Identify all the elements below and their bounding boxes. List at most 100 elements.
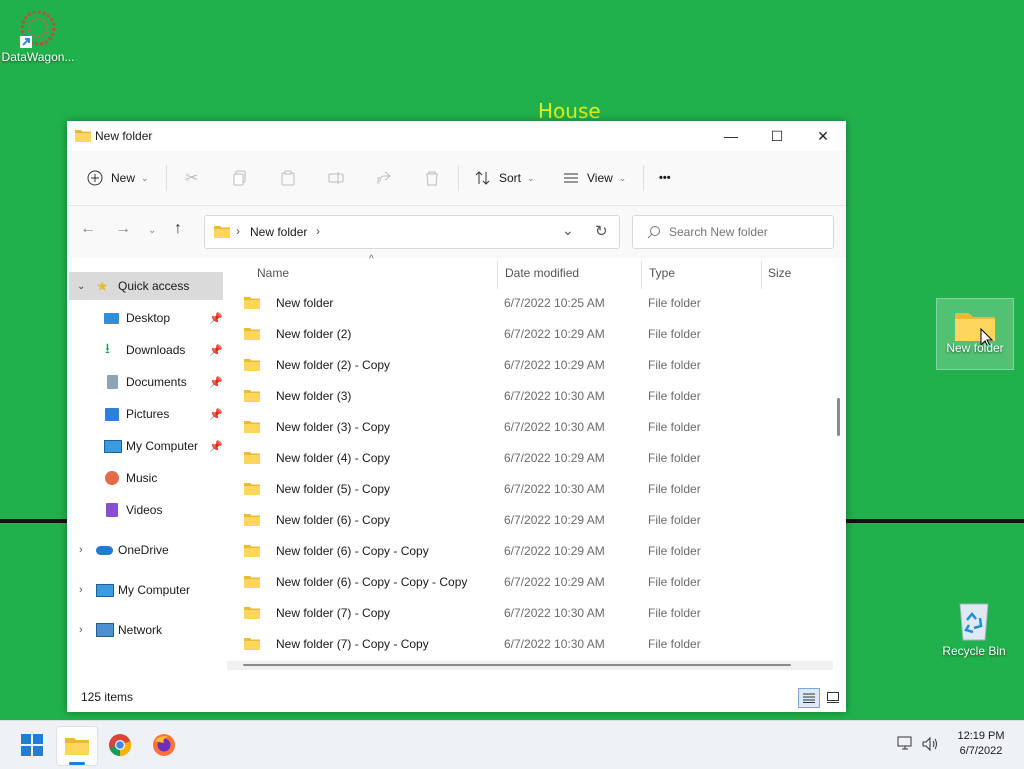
forward-arrow-icon[interactable]: → <box>115 220 131 238</box>
table-row[interactable]: New folder (7) - Copy 6/7/2022 10:30 AM Fi… <box>239 598 829 629</box>
breadcrumb-separator-icon[interactable]: › <box>316 224 320 238</box>
desktop-icon-new-folder[interactable]: New folder <box>936 298 1014 370</box>
sidebar-item-downloads[interactable]: ⭳ Downloads 📌 <box>67 336 227 364</box>
table-row[interactable]: New folder (7) - Copy - Copy 6/7/2022 10:… <box>239 629 829 660</box>
paste-button[interactable] <box>280 161 296 195</box>
desktop-wallpaper-line-left <box>0 519 67 523</box>
table-row[interactable]: New folder (6) - Copy - Copy - Copy 6/7/2… <box>239 567 829 598</box>
sidebar-item-music[interactable]: Music <box>67 464 227 492</box>
file-type: File folder <box>648 513 701 527</box>
sidebar-item-my-computer[interactable]: My Computer 📌 <box>67 432 227 460</box>
more-options-button[interactable]: ••• <box>659 161 671 195</box>
sidebar-item-onedrive[interactable]: › OneDrive <box>67 536 227 564</box>
table-row[interactable]: New folder (2) 6/7/2022 10:29 AM File fold… <box>239 319 829 350</box>
sidebar-item-network[interactable]: › Network <box>67 616 227 644</box>
sidebar-item-label: My Computer <box>118 583 191 597</box>
download-icon: ⭳ <box>105 340 110 356</box>
up-arrow-icon[interactable]: ↑ <box>174 220 182 238</box>
search-box[interactable] <box>632 215 834 249</box>
file-date-modified: 6/7/2022 10:30 AM <box>504 420 605 434</box>
table-row[interactable]: New folder 6/7/2022 10:25 AM File folder <box>239 288 829 319</box>
desktop-icon <box>104 312 119 324</box>
computer-icon <box>104 439 122 453</box>
pin-icon: 📌 <box>209 376 223 389</box>
breadcrumb-separator-icon: › <box>236 224 240 238</box>
vertical-scrollbar-thumb[interactable] <box>837 398 840 436</box>
file-name: New folder <box>276 296 334 310</box>
sidebar-item-documents[interactable]: Documents 📌 <box>67 368 227 396</box>
column-header-name[interactable]: Name <box>257 266 289 280</box>
volume-icon[interactable] <box>921 735 939 756</box>
file-explorer-taskbar-button[interactable] <box>56 726 98 766</box>
folder-icon <box>244 297 260 309</box>
table-row[interactable]: New folder (6) - Copy 6/7/2022 10:29 AM Fi… <box>239 505 829 536</box>
cut-button[interactable]: ✂ <box>185 161 198 195</box>
close-icon: ✕ <box>817 127 829 144</box>
file-date-modified: 6/7/2022 10:25 AM <box>504 296 605 310</box>
table-row[interactable]: New folder (2) - Copy 6/7/2022 10:29 AM Fi… <box>239 350 829 381</box>
column-header-date[interactable]: Date modified <box>505 266 579 280</box>
new-button[interactable]: New ⌄ <box>87 161 149 195</box>
tiles-view-button[interactable] <box>823 688 843 706</box>
column-divider[interactable] <box>641 261 642 289</box>
maximize-button[interactable]: ☐ <box>754 121 800 151</box>
horizontal-scrollbar-thumb[interactable] <box>243 664 791 666</box>
table-row[interactable]: New folder (3) 6/7/2022 10:30 AM File fold… <box>239 381 829 412</box>
firefox-taskbar-button[interactable] <box>144 726 184 764</box>
pin-icon: 📌 <box>209 344 223 357</box>
sidebar-item-desktop[interactable]: Desktop 📌 <box>67 304 227 332</box>
folder-icon <box>955 313 995 345</box>
column-header-type[interactable]: Type <box>649 266 675 280</box>
share-button[interactable] <box>376 161 392 195</box>
minimize-button[interactable]: — <box>708 121 754 151</box>
back-arrow-icon[interactable]: ← <box>80 220 96 238</box>
column-header-size[interactable]: Size <box>768 266 791 280</box>
recent-locations-chevron-icon[interactable]: ⌄ <box>148 225 156 236</box>
column-divider[interactable] <box>761 261 762 289</box>
table-row[interactable]: New folder (4) - Copy 6/7/2022 10:29 AM Fi… <box>239 443 829 474</box>
table-row[interactable]: New folder (6) - Copy - Copy 6/7/2022 10:… <box>239 536 829 567</box>
computer-icon <box>96 583 114 597</box>
view-button[interactable]: View ⌄ <box>563 161 626 195</box>
delete-button[interactable] <box>424 161 440 195</box>
desktop-icon-recycle-bin[interactable]: Recycle Bin <box>936 598 1012 658</box>
chrome-taskbar-button[interactable] <box>100 726 140 764</box>
refresh-icon[interactable]: ↻ <box>595 222 608 240</box>
sort-button[interactable]: Sort ⌄ <box>475 161 535 195</box>
close-button[interactable]: ✕ <box>800 121 846 151</box>
file-type: File folder <box>648 327 701 341</box>
copy-icon <box>233 170 246 186</box>
rename-button[interactable] <box>328 161 344 195</box>
datawagon-shortcut-icon <box>20 10 56 48</box>
network-status-icon[interactable] <box>896 735 914 756</box>
address-bar[interactable]: › New folder › ⌄ ↻ <box>204 215 620 249</box>
title-bar[interactable]: New folder — ☐ ✕ <box>67 121 846 151</box>
sidebar-item-label: Downloads <box>126 343 186 357</box>
start-button[interactable] <box>12 726 52 764</box>
details-view-button[interactable] <box>798 688 820 708</box>
folder-icon <box>244 421 260 433</box>
clock-date: 6/7/2022 <box>959 745 1003 757</box>
sidebar-item-pictures[interactable]: Pictures 📌 <box>67 400 227 428</box>
column-divider[interactable] <box>497 261 498 289</box>
file-type: File folder <box>648 389 701 403</box>
file-name: New folder (3) - Copy <box>276 420 391 434</box>
more-icon: ••• <box>659 172 671 184</box>
chrome-icon <box>109 734 132 757</box>
sidebar-item-videos[interactable]: Videos <box>67 496 227 524</box>
breadcrumb-item[interactable]: New folder <box>250 225 307 239</box>
table-row[interactable]: New folder (5) - Copy 6/7/2022 10:30 AM Fi… <box>239 474 829 505</box>
sidebar-item-quick-access[interactable]: ⌄ ★ Quick access <box>69 272 223 300</box>
firefox-icon <box>153 734 175 756</box>
search-input[interactable] <box>667 222 829 242</box>
pictures-icon <box>105 407 119 421</box>
taskbar: 12:19 PM 6/7/2022 <box>0 720 1024 769</box>
table-row[interactable]: New folder (3) - Copy 6/7/2022 10:30 AM Fi… <box>239 412 829 443</box>
desktop-icon-datawagon[interactable]: DataWagon... <box>0 8 76 64</box>
clock[interactable]: 12:19 PM 6/7/2022 <box>952 729 1010 759</box>
file-name: New folder (7) - Copy - Copy <box>276 637 429 651</box>
sidebar-item-my-computer-root[interactable]: › My Computer <box>67 576 227 604</box>
chevron-down-icon: ⌄ <box>77 280 86 292</box>
chevron-down-icon[interactable]: ⌄ <box>562 222 574 239</box>
copy-button[interactable] <box>232 161 248 195</box>
